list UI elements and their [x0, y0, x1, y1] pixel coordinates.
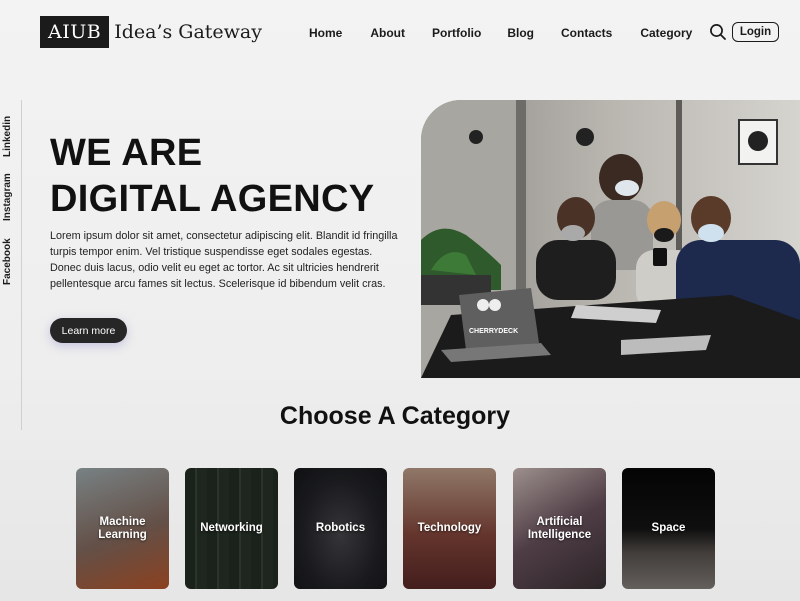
nav-blog[interactable]: Blog [507, 24, 534, 42]
hero-title-line1: WE ARE [50, 132, 203, 174]
nav-contacts[interactable]: Contacts [561, 24, 612, 42]
nav-home[interactable]: Home [309, 24, 342, 42]
category-label: Robotics [315, 522, 366, 534]
category-card-technology[interactable]: Technology [403, 468, 496, 589]
hero-image: CHERRYDECK [421, 100, 800, 378]
hero-title-line2: DIGITAL AGENCY [50, 178, 375, 220]
social-instagram[interactable]: Instagram [2, 173, 13, 221]
hero-description: Lorem ipsum dolor sit amet, consectetur … [50, 230, 398, 290]
category-label: Networking [200, 522, 263, 534]
category-label: Artificial Intelligence [527, 515, 592, 541]
nav-portfolio[interactable]: Portfolio [432, 24, 481, 42]
hero-title: WE ARE DIGITAL AGENCY [50, 130, 374, 222]
nav-category[interactable]: Category [640, 24, 692, 42]
category-card-robotics[interactable]: Robotics [294, 468, 387, 589]
social-facebook[interactable]: Facebook [2, 238, 13, 285]
logo-text: Idea’s Gateway [114, 21, 262, 43]
site-header: AIUB Idea’s Gateway Home About Portfolio… [0, 0, 800, 70]
category-card-space[interactable]: Space [622, 468, 715, 589]
social-divider [21, 100, 22, 430]
category-label: Machine Learning [98, 515, 147, 541]
nav-about[interactable]: About [370, 24, 405, 42]
search-icon[interactable] [709, 23, 727, 41]
laptop-sticker: CHERRYDECK [469, 328, 518, 335]
category-heading: Choose A Category [279, 402, 511, 430]
category-card-artificial-intelligence[interactable]: Artificial Intelligence [513, 468, 606, 589]
main-nav: Home About Portfolio Blog Contacts Categ… [295, 24, 692, 42]
category-card-networking[interactable]: Networking [185, 468, 278, 589]
login-button[interactable]: Login [732, 22, 779, 42]
logo[interactable]: AIUB Idea’s Gateway [40, 16, 262, 48]
social-linkedin[interactable]: Linkedin [2, 116, 13, 157]
logo-mark: AIUB [40, 16, 110, 48]
category-card-machine-learning[interactable]: Machine Learning [76, 468, 169, 589]
category-label: Space [651, 522, 686, 534]
category-cards: Machine Learning Networking Robotics Tec… [0, 468, 800, 592]
category-label: Technology [417, 522, 482, 534]
learn-more-button[interactable]: Learn more [50, 318, 127, 343]
